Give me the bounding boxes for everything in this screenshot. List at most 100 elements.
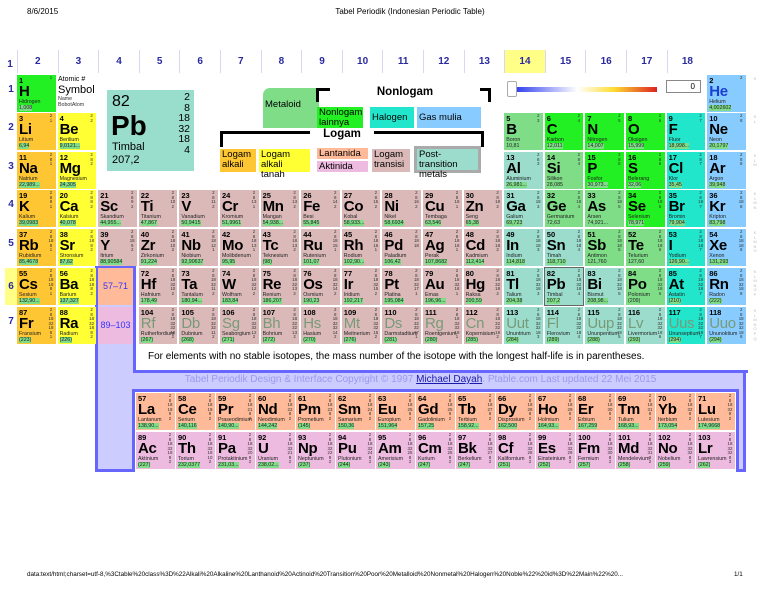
element-eu[interactable]: 63 2 8 18 25 8 2 Eu Europium 151,964 [376, 393, 415, 430]
group-header-17[interactable]: 17 [626, 50, 667, 73]
element-nd[interactable]: 60 2 8 18 22 8 2 Nd Neodimium 144,242 [256, 393, 295, 430]
element-uup[interactable]: 115 2 8 18 32 32 18 5 Uup Ununpentium (288) [585, 307, 624, 344]
period-label-3[interactable]: 3 [5, 161, 17, 172]
element-cl[interactable]: 17 2 8 7 Cl Klor 35,45 [666, 152, 706, 189]
element-f[interactable]: 92 7 F Fluor 18,998... [666, 113, 706, 150]
element-br[interactable]: 35 2 8 18 7 Br Bromin 79,904 [666, 190, 706, 227]
element-db[interactable]: 105 2 8 18 32 32 11 2 Db Dubnium (268) [179, 307, 218, 344]
element-cn[interactable]: 112 2 8 18 32 32 18 2 Cn Kopernisium (285) [463, 307, 503, 344]
element-cf[interactable]: 98 2 8 18 32 28 8 2 Cf Kalifornium (251) [496, 432, 535, 469]
element-pm[interactable]: 61 2 8 18 23 8 2 Pm Prometium (145) [296, 393, 335, 430]
element-ge[interactable]: 32 2 8 18 4 Ge Germanium 72,63 [544, 190, 584, 227]
element-mo[interactable]: 42 2 8 18 13 1 Mo Molibdenum 95,95 [220, 229, 259, 266]
element-ce[interactable]: 58 2 8 18 19 9 2 Ce Serium 140,116 [176, 393, 215, 430]
element-pu[interactable]: 94 2 8 18 32 24 8 2 Pu Plutonium (244) [336, 432, 375, 469]
element-hf[interactable]: 72 2 8 18 32 10 2 Hf Hafnium 178,49 [138, 268, 178, 305]
element-te[interactable]: 52 2 8 18 18 6 Te Telurium 127,60 [626, 229, 665, 266]
element-n[interactable]: 72 5 N Nitrogen 14,007 [585, 113, 624, 150]
element-lu[interactable]: 71 2 8 18 32 9 2 Lu Lutesium 174,9668 [696, 393, 735, 430]
period-label-1[interactable]: 1 [5, 84, 17, 95]
element-pd[interactable]: 46 2 8 18 18 Pd Paladium 106,42 [382, 229, 421, 266]
element-re[interactable]: 75 2 8 18 32 13 2 Re Renium 186,207 [260, 268, 300, 305]
period-label-2[interactable]: 2 [5, 122, 17, 133]
legend-transition[interactable]: Logam transisi [372, 149, 410, 172]
element-ta[interactable]: 73 2 8 18 32 11 2 Ta Tantalum 180,94... [179, 268, 218, 305]
legend-metalloid[interactable]: Metaloid [263, 88, 319, 128]
element-ca[interactable]: 20 2 8 8 2 Ca Kalsium 40,078 [57, 190, 97, 227]
element-no[interactable]: 102 2 8 18 32 32 8 2 No Nobelium (259) [656, 432, 695, 469]
element-os[interactable]: 76 2 8 18 32 14 2 Os Osmium 190,23 [301, 268, 340, 305]
group-header-12[interactable]: 12 [423, 50, 464, 73]
element-ir[interactable]: 77 2 8 18 32 15 2 Ir Iridium 192,217 [341, 268, 381, 305]
element-bk[interactable]: 97 2 8 18 32 27 8 2 Bk Berkelium (247) [456, 432, 495, 469]
legend-other-nonmetal[interactable]: Nonlogam lainnya [317, 107, 363, 128]
element-rb[interactable]: 37 2 8 18 8 1 Rb Rubidium 85,4678 [17, 229, 56, 266]
element-bi[interactable]: 83 2 8 18 32 18 5 Bi Bismut 208,98... [585, 268, 624, 305]
element-p[interactable]: 15 2 8 5 P Fosfor 30,973... [585, 152, 624, 189]
group-header-11[interactable]: 11 [382, 50, 423, 73]
element-tb[interactable]: 65 2 8 18 27 8 2 Tb Terbium 158,92... [456, 393, 495, 430]
element-b[interactable]: 52 3 B Boron 10,81 [504, 113, 543, 150]
element-hg[interactable]: 80 2 8 18 32 18 2 Hg Raksa 200,59 [463, 268, 503, 305]
actinide-range[interactable]: 89–103 [98, 307, 133, 344]
element-uut[interactable]: 113 2 8 18 32 32 18 3 Uut Ununtrium (284) [504, 307, 543, 344]
element-mt[interactable]: 109 2 8 18 32 32 15 2 Mt Meitnerium (276) [341, 307, 381, 344]
element-rg[interactable]: 111 2 8 18 32 32 18 1 Rg Roentgenium (280) [423, 307, 462, 344]
element-cu[interactable]: 29 2 8 18 1 Cu Tembaga 63,546 [423, 190, 462, 227]
element-cd[interactable]: 48 2 8 18 18 2 Cd Kadmium 112,414 [463, 229, 503, 266]
group-header-5[interactable]: 5 [138, 50, 180, 73]
element-v[interactable]: 23 2 8 11 2 V Vanadium 50,9415 [179, 190, 218, 227]
element-tc[interactable]: 43 2 8 18 13 2 Tc Teknesium (98) [260, 229, 300, 266]
element-li[interactable]: 32 1 Li Litium 6,94 [17, 113, 56, 150]
element-uuo[interactable]: 118 2 8 18 32 32 18 8 Uuo Ununoktium (294) [707, 307, 746, 344]
author-link[interactable]: Michael Dayah [416, 374, 482, 385]
element-rf[interactable]: 104 2 8 18 32 32 10 2 Rf Rutherfordium (267) [138, 307, 178, 344]
element-nb[interactable]: 41 2 8 18 12 1 Nb Niobium 92,90637 [179, 229, 218, 266]
group-header-16[interactable]: 16 [585, 50, 626, 73]
element-pb[interactable]: 82 2 8 18 32 18 4 Pb Timbal 207,2 [543, 267, 585, 306]
group-header-15[interactable]: 15 [544, 50, 586, 73]
element-s[interactable]: 16 2 8 6 S Belerang 32,06 [626, 152, 665, 189]
element-fl[interactable]: 114 2 8 18 32 32 18 4 Fl Flerovium (289) [544, 307, 584, 344]
group-header-1[interactable]: 1 [3, 53, 17, 76]
element-mn[interactable]: 25 2 8 13 2 Mn Mangan 54,938... [260, 190, 300, 227]
temperature-input[interactable]: 0 [666, 80, 701, 93]
element-lr[interactable]: 103 2 8 18 32 32 8 3 Lr Lawrensium (262) [696, 432, 735, 469]
group-header-10[interactable]: 10 [341, 50, 383, 73]
legend-halogen[interactable]: Halogen [370, 107, 414, 128]
element-pt[interactable]: 78 2 8 18 32 17 1 Pt Platina 195,084 [382, 268, 421, 305]
element-fm[interactable]: 100 2 8 18 32 30 8 2 Fm Fermium (257) [576, 432, 615, 469]
element-es[interactable]: 99 2 8 18 32 29 8 2 Es Einsteinium (252) [536, 432, 575, 469]
period-label-7[interactable]: 7 [5, 316, 17, 327]
element-np[interactable]: 93 2 8 18 32 22 9 2 Np Neptunium (237) [296, 432, 335, 469]
element-sn[interactable]: 50 2 8 18 18 4 Sn Timah 118,710 [544, 229, 584, 266]
element-pr[interactable]: 59 2 8 18 21 8 2 Pr Praseodimium 140,90... [216, 393, 255, 430]
period-label-4[interactable]: 4 [5, 199, 17, 210]
element-lv[interactable]: 116 2 8 18 32 32 18 6 Lv Livermorium (293) [626, 307, 665, 344]
element-fr[interactable]: 87 2 8 18 32 18 8 1 Fr Fransium (223) [17, 307, 56, 344]
lanthanide-range[interactable]: 57–71 [98, 268, 133, 305]
element-pa[interactable]: 91 2 8 18 32 20 9 2 Pa Protaktinium 231,03..… [216, 432, 255, 469]
element-ne[interactable]: 10 2 8 Ne Neon 20,1797 [707, 113, 746, 150]
group-header-13[interactable]: 13 [463, 50, 505, 73]
group-header-9[interactable]: 9 [301, 50, 342, 73]
element-sr[interactable]: 38 2 8 18 8 2 Sr Stronsium 87,62 [57, 229, 97, 266]
element-er[interactable]: 68 2 8 18 30 8 2 Er Erbium 167,259 [576, 393, 615, 430]
element-na[interactable]: 11 2 8 1 Na Natrium 22,989... [17, 152, 56, 189]
element-mg[interactable]: 12 2 8 2 Mg Magnesium 24,305 [57, 152, 97, 189]
element-zn[interactable]: 30 2 8 18 2 Zn Seng 65,38 [463, 190, 503, 227]
group-header-6[interactable]: 6 [179, 50, 220, 73]
element-y[interactable]: 39 2 8 18 9 2 Y Itrium 88,90584 [98, 229, 137, 266]
group-header-14[interactable]: 14 [504, 50, 545, 73]
element-ti[interactable]: 22 2 8 10 2 Ti Titanium 47,867 [138, 190, 178, 227]
element-al[interactable]: 13 2 8 3 Al Aluminium 26,981... [504, 152, 543, 189]
element-cs[interactable]: 55 2 8 18 18 8 1 Cs Sesium 132,90... [17, 268, 56, 305]
element-co[interactable]: 27 2 8 15 2 Co Kobal 58,933... [341, 190, 381, 227]
element-fe[interactable]: 26 2 8 14 2 Fe Besi 55,845 [301, 190, 340, 227]
element-cm[interactable]: 96 2 8 18 32 25 9 2 Cm Kurium (247) [416, 432, 455, 469]
element-au[interactable]: 79 2 8 18 32 18 1 Au Emas 196,96... [423, 268, 462, 305]
legend-post-transition[interactable]: Post-transition metals [414, 146, 481, 180]
element-sm[interactable]: 62 2 8 18 24 8 2 Sm Samarium 150,36 [336, 393, 375, 430]
element-th[interactable]: 90 2 8 18 32 18 10 2 Th Torium 232,0377 [176, 432, 215, 469]
element-uus[interactable]: 117 2 8 18 32 32 18 7 Uus Ununseptium (294) [666, 307, 706, 344]
